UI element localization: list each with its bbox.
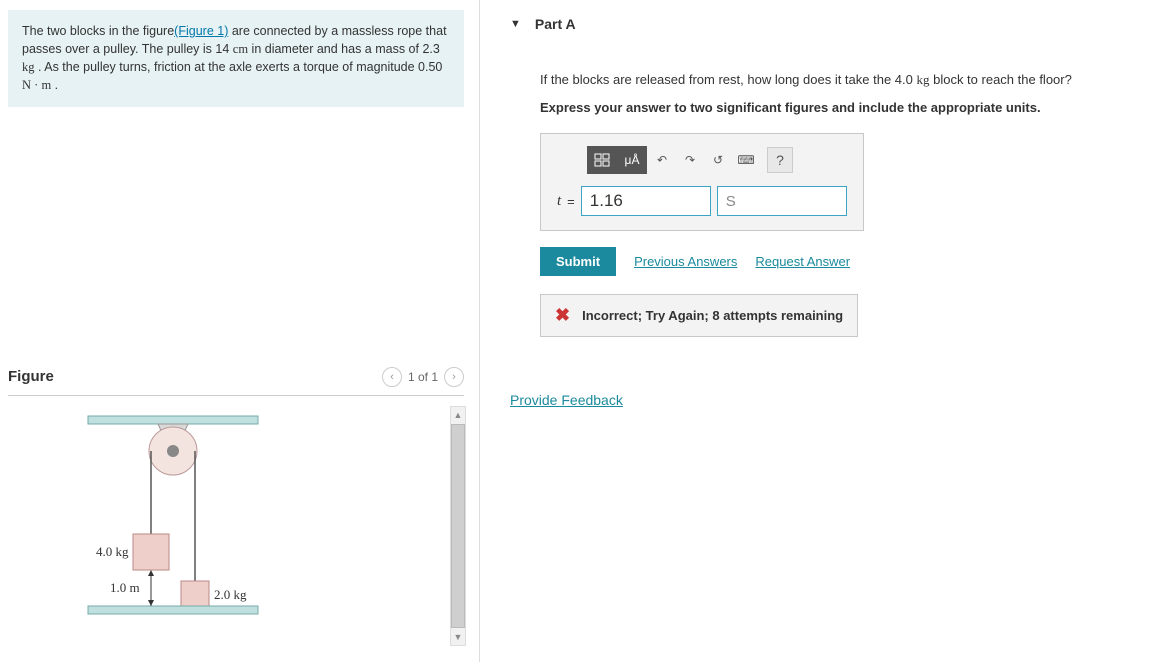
figure-title: Figure bbox=[8, 368, 54, 385]
feedback-text: Incorrect; Try Again; 8 attempts remaini… bbox=[582, 308, 843, 323]
request-answer-link[interactable]: Request Answer bbox=[755, 254, 850, 269]
unit-kg: kg bbox=[22, 60, 35, 74]
height-label: 1.0 m bbox=[110, 580, 140, 595]
undo-button[interactable]: ↶ bbox=[649, 146, 675, 174]
problem-statement: The two blocks in the figure(Figure 1) a… bbox=[8, 10, 464, 107]
help-button[interactable]: ? bbox=[767, 147, 793, 173]
question-text-part: If the blocks are released from rest, ho… bbox=[540, 72, 916, 87]
problem-text: . As the pulley turns, friction at the a… bbox=[35, 60, 443, 74]
problem-text: in diameter and has a mass of 2.3 bbox=[248, 42, 440, 56]
provide-feedback-link[interactable]: Provide Feedback bbox=[510, 392, 623, 408]
reset-button[interactable]: ↺ bbox=[705, 146, 731, 174]
scroll-up-icon[interactable]: ▲ bbox=[451, 407, 465, 423]
figure-section: Figure ‹ 1 of 1 › bbox=[8, 367, 464, 646]
figure-pager-text: 1 of 1 bbox=[408, 370, 438, 384]
scroll-down-icon[interactable]: ▼ bbox=[451, 629, 465, 645]
unit-cm: cm bbox=[233, 42, 248, 56]
equals-label: = bbox=[567, 194, 575, 209]
undo-icon: ↶ bbox=[657, 153, 667, 167]
figure-next-button[interactable]: › bbox=[444, 367, 464, 387]
mass1-label: 4.0 kg bbox=[96, 544, 129, 559]
unit-kg: kg bbox=[916, 72, 929, 87]
part-header[interactable]: ▼ Part A bbox=[510, 10, 1134, 42]
instruction-text: Express your answer to two significant f… bbox=[540, 100, 1134, 115]
figure-prev-button[interactable]: ‹ bbox=[382, 367, 402, 387]
redo-button[interactable]: ↷ bbox=[677, 146, 703, 174]
part-body: If the blocks are released from rest, ho… bbox=[510, 72, 1134, 408]
redo-icon: ↷ bbox=[685, 153, 695, 167]
provide-feedback: Provide Feedback bbox=[510, 392, 1134, 408]
scroll-thumb[interactable] bbox=[451, 424, 465, 628]
incorrect-icon: ✖ bbox=[555, 305, 570, 326]
variable-label: t bbox=[557, 193, 561, 210]
question-text-part: block to reach the floor? bbox=[929, 72, 1071, 87]
unit-nm: N · m bbox=[22, 78, 51, 92]
answer-row: t = bbox=[557, 186, 847, 216]
question-text: If the blocks are released from rest, ho… bbox=[540, 72, 1134, 88]
keyboard-icon: ⌨ bbox=[737, 153, 754, 167]
keyboard-button[interactable]: ⌨ bbox=[733, 146, 759, 174]
figure-link[interactable]: (Figure 1) bbox=[174, 24, 228, 38]
figure-scrollbar[interactable]: ▲ ▼ bbox=[450, 406, 466, 646]
template-tool-button[interactable] bbox=[587, 146, 617, 174]
mass2-label: 2.0 kg bbox=[214, 587, 247, 602]
figure-body: 4.0 kg 2.0 kg 1.0 m ▲ ▼ bbox=[8, 406, 464, 646]
value-input[interactable] bbox=[581, 186, 711, 216]
submit-button[interactable]: Submit bbox=[540, 247, 616, 276]
reset-icon: ↺ bbox=[713, 153, 723, 167]
right-panel: ▼ Part A If the blocks are released from… bbox=[480, 0, 1154, 662]
template-icon bbox=[594, 153, 610, 167]
problem-text: The two blocks in the figure bbox=[22, 24, 174, 38]
left-panel: The two blocks in the figure(Figure 1) a… bbox=[0, 0, 480, 662]
units-tool-button[interactable]: μÅ bbox=[617, 146, 647, 174]
answer-widget: μÅ ↶ ↷ ↺ ⌨ ? t = bbox=[540, 133, 864, 231]
part-title: Part A bbox=[535, 16, 576, 32]
figure-pager: ‹ 1 of 1 › bbox=[382, 367, 464, 387]
problem-text: . bbox=[51, 78, 58, 92]
answer-toolbar: μÅ ↶ ↷ ↺ ⌨ ? bbox=[587, 146, 847, 174]
feedback-box: ✖ Incorrect; Try Again; 8 attempts remai… bbox=[540, 294, 858, 337]
caret-down-icon: ▼ bbox=[510, 18, 521, 30]
figure-diagram: 4.0 kg 2.0 kg 1.0 m bbox=[28, 406, 308, 626]
action-row: Submit Previous Answers Request Answer bbox=[540, 247, 1134, 276]
unit-input[interactable] bbox=[717, 186, 847, 216]
previous-answers-link[interactable]: Previous Answers bbox=[634, 254, 737, 269]
tool-group: μÅ bbox=[587, 146, 647, 174]
figure-header: Figure ‹ 1 of 1 › bbox=[8, 367, 464, 396]
